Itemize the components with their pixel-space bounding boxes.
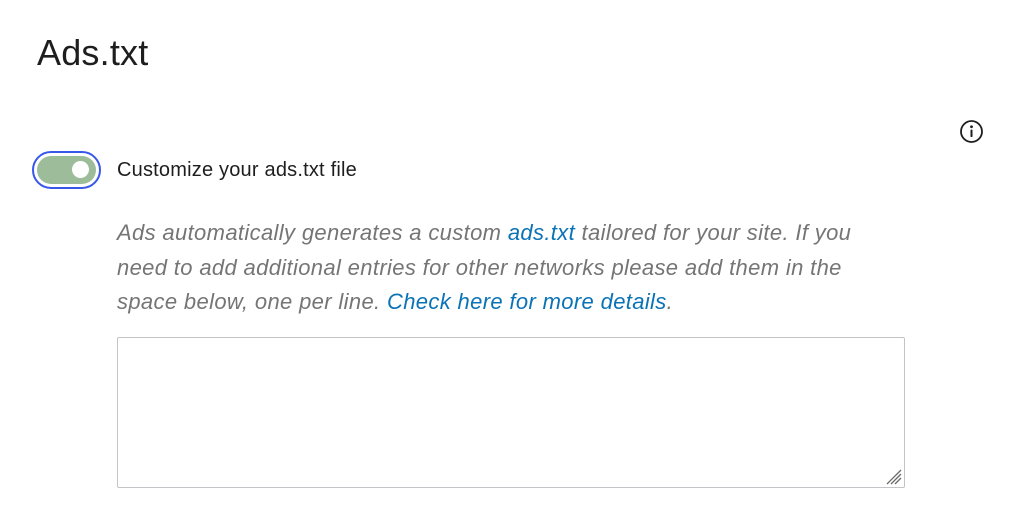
resize-handle-icon[interactable] [881, 464, 903, 486]
customize-ads-txt-toggle[interactable] [32, 151, 101, 189]
help-text: Ads automatically generates a custom ads… [117, 216, 907, 320]
page-title: Ads.txt [37, 32, 149, 73]
customize-toggle-row: Customize your ads.txt file [32, 151, 357, 189]
ads-txt-entries-textarea[interactable] [117, 337, 905, 488]
toggle-label[interactable]: Customize your ads.txt file [117, 158, 357, 182]
ads-txt-link[interactable]: ads.txt [508, 220, 575, 245]
entries-field-wrapper [117, 337, 905, 488]
help-text-start: Ads automatically generates a custom [117, 220, 508, 245]
toggle-thumb [72, 161, 89, 178]
info-icon [959, 119, 984, 144]
info-button[interactable] [959, 119, 984, 144]
help-text-end: . [666, 289, 674, 314]
more-details-link[interactable]: Check here for more details [387, 289, 667, 314]
